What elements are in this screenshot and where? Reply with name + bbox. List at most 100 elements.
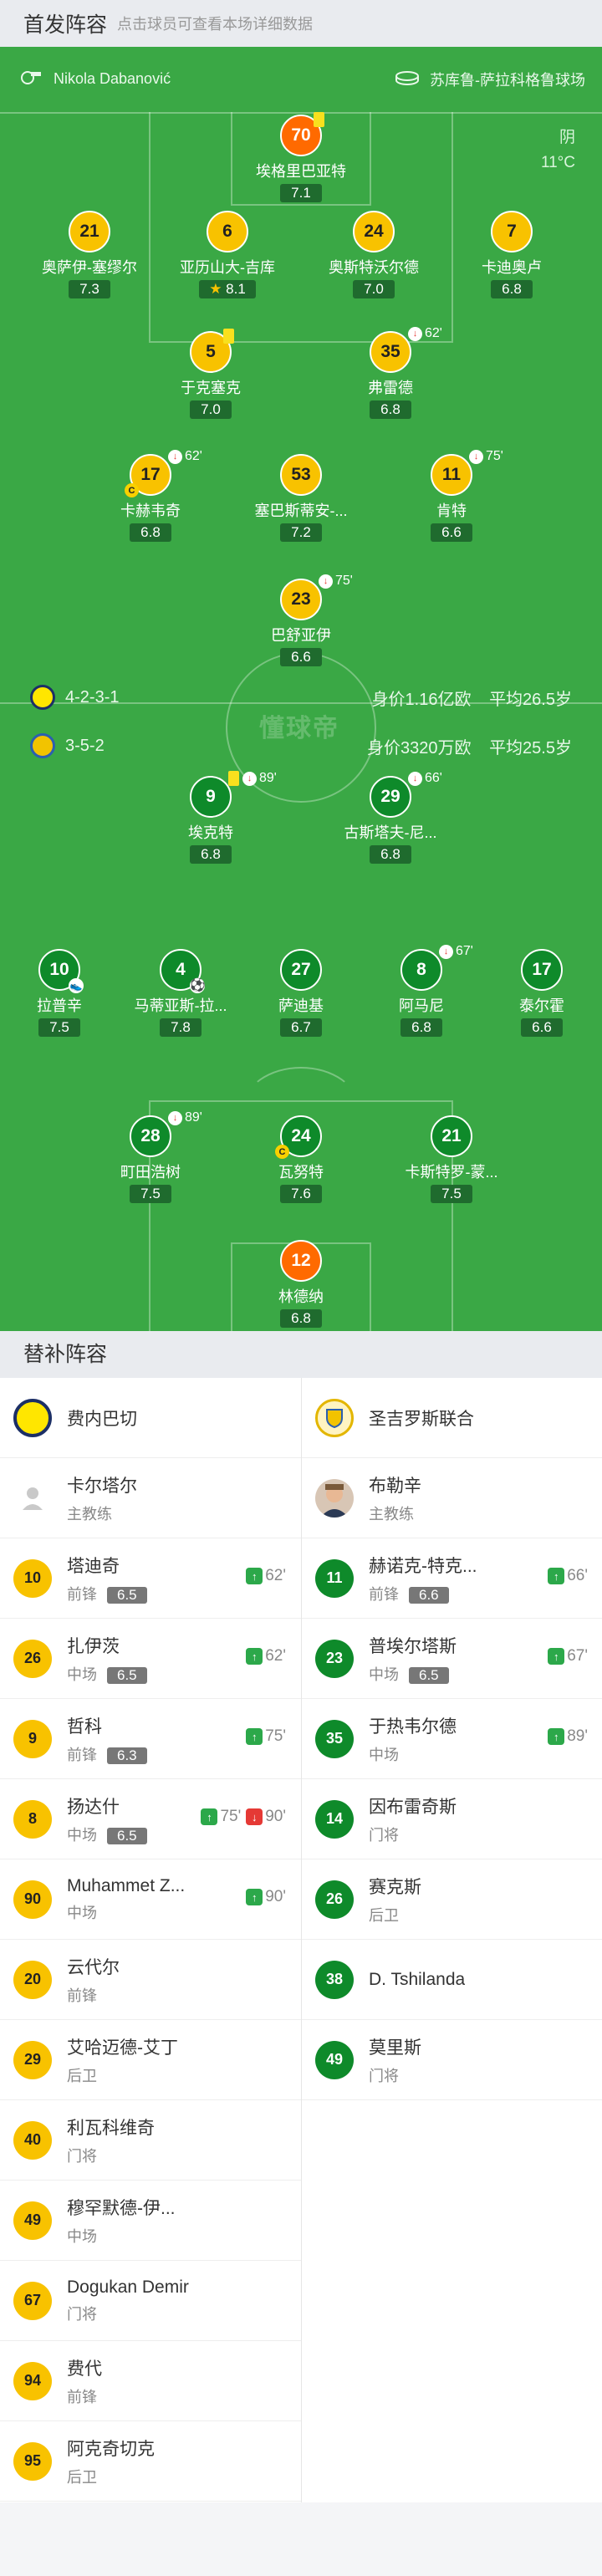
sub-number: 94 [13,2361,52,2400]
sub-off-arrow-icon: ↓ [319,574,333,589]
player-away-10[interactable]: 23 ↓ 75' 巴舒亚伊 6.6 [222,574,380,666]
right-coach-row[interactable]: 布勒辛 主教练 [302,1458,602,1538]
sub-position: 门将 [369,1826,399,1844]
sub-name: 塔迪奇 [67,1556,120,1576]
player-rating: 6.8 [370,400,411,419]
union-sg-crest-icon [30,733,55,758]
sub-position: 前锋 [67,1585,97,1603]
player-number: 23 [280,579,322,620]
player-away-0[interactable]: 70 埃格里巴亚特 7.1 [222,112,380,202]
sub-position: 门将 [369,2067,399,2084]
sub-rating: 6.6 [409,1586,449,1604]
left-sub-row[interactable]: 67 Dogukan Demir 门将 [0,2261,301,2341]
right-team-row[interactable]: 圣吉罗斯联合 [302,1378,602,1458]
sub-number: 14 [315,1799,354,1839]
left-sub-row[interactable]: 10 塔迪奇 前锋 6.5 ↑ 62' [0,1538,301,1619]
player-name: 町田浩树 [120,1164,181,1181]
right-subs-column: 圣吉罗斯联合 布勒辛 主教练 11 赫诺克-特克... 前锋 6.6 ↑ 66' 23 … [302,1378,602,2100]
right-sub-row[interactable]: 11 赫诺克-特克... 前锋 6.6 ↑ 66' [302,1538,602,1619]
player-number: 27 [280,949,322,991]
left-team-row[interactable]: 费内巴切 [0,1378,301,1458]
home-value: 身价3320万欧 [367,738,472,757]
lineup-hint: 点击球员可查看本场详细数据 [117,16,314,33]
sub-rating: 6.5 [107,1586,147,1604]
sub-name: 穆罕默德-伊... [67,2198,176,2218]
player-number: 35 [370,331,411,373]
left-sub-row[interactable]: 8 扬达什 中场 6.5 ↑ 75' ↓ 90' [0,1779,301,1859]
card-sub-badge: ↓ 89' [228,771,277,786]
player-away-7[interactable]: 17 C ↓ 62' 卡赫韦奇 6.8 [71,449,230,542]
left-sub-row[interactable]: 95 阿克奇切克 后卫 [0,2421,301,2502]
player-rating: 6.7 [280,1018,322,1037]
player-rating: 7.5 [431,1185,472,1203]
sub-number: 23 [315,1639,354,1678]
yellow-card-icon [223,329,234,344]
sub-number: 11 [315,1558,354,1598]
player-home-7[interactable]: 28 ↓ 89' 町田浩树 7.5 [71,1110,230,1203]
star-icon: ★ [209,281,222,297]
player-number: 17 [521,949,563,991]
sub-name: 赫诺克-特克... [369,1556,477,1576]
sub-off-badge: ↓ 66' [408,771,442,786]
right-sub-row[interactable]: 38 D. Tshilanda [302,1940,602,2020]
player-away-5[interactable]: 5 于克塞克 7.0 [131,329,290,419]
player-away-8[interactable]: 53 塞巴斯蒂安-... 7.2 [222,454,380,542]
player-away-4[interactable]: 7 卡迪奥卢 6.8 [432,211,591,298]
player-name: 瓦努特 [278,1164,324,1181]
left-sub-row[interactable]: 90 Muhammet Z... 中场 ↑ 90' [0,1859,301,1940]
sub-on-minute: 89' [567,1727,588,1745]
sub-number: 49 [315,2040,354,2079]
sub-rating: 6.5 [409,1666,449,1684]
player-away-1[interactable]: 21 奥萨伊-塞缪尔 7.3 [10,211,169,298]
player-away-2[interactable]: 6 亚历山大-吉库 ★ 8.1 [148,211,307,298]
left-coach-row[interactable]: 卡尔塔尔 主教练 [0,1458,301,1538]
yellow-card-icon [314,112,324,127]
sub-name: 扬达什 [67,1797,120,1817]
sub-name: 赛克斯 [369,1877,421,1897]
right-sub-row[interactable]: 23 普埃尔塔斯 中场 6.5 ↑ 67' [302,1619,602,1699]
venue-name: 苏库鲁-萨拉科格鲁球场 [430,72,585,89]
player-home-8[interactable]: 24 C 瓦努特 7.6 [222,1115,380,1203]
sub-position: 前锋 [67,2388,97,2405]
player-away-9[interactable]: 11 ↓ 75' 肯特 6.6 [372,449,531,542]
left-sub-row[interactable]: 49 穆罕默德-伊... 中场 [0,2181,301,2261]
left-sub-row[interactable]: 40 利瓦科维奇 门将 [0,2100,301,2181]
sub-name: 云代尔 [67,1957,120,1977]
left-sub-row[interactable]: 29 艾哈迈德-艾丁 后卫 [0,2020,301,2100]
player-away-6[interactable]: 35 ↓ 62' 弗雷德 6.8 [311,326,470,419]
right-sub-row[interactable]: 35 于热韦尔德 中场 ↑ 89' [302,1699,602,1779]
left-subs-column: 费内巴切 卡尔塔尔 主教练 10 塔迪奇 前锋 6.5 ↑ 62' 26 扎伊茨 中场 6.… [0,1378,301,2502]
sub-name: 利瓦科维奇 [67,2118,155,2138]
player-home-1[interactable]: 29 ↓ 66' 古斯塔夫-尼... 6.8 [311,771,470,864]
player-rating: 7.2 [280,523,322,542]
player-number: 21 [69,211,110,252]
right-sub-row[interactable]: 49 莫里斯门将 [302,2020,602,2100]
player-home-9[interactable]: 21 卡斯特罗-蒙... 7.5 [372,1115,531,1203]
player-home-10[interactable]: 12 林德纳 6.8 [222,1240,380,1328]
sub-number: 26 [315,1880,354,1919]
away-avg-age: 平均26.5岁 [489,690,572,709]
sub-name: 于热韦尔德 [369,1716,457,1737]
sub-position: 门将 [67,2147,97,2165]
player-rating: 7.5 [130,1185,171,1203]
player-home-6[interactable]: 17 泰尔霍 6.6 [462,949,602,1037]
left-team-name: 费内巴切 [67,1409,137,1429]
sub-name: 莫里斯 [369,2038,421,2058]
sub-position: 中场 [67,1665,97,1683]
sub-number: 67 [13,2281,52,2320]
sub-off-arrow-icon: ↓ [168,1110,182,1125]
player-home-0[interactable]: 9 ↓ 89' 埃克特 6.8 [131,771,290,864]
right-sub-row[interactable]: 14 因布雷奇斯 门将 [302,1779,602,1859]
player-away-3[interactable]: 24 奥斯特沃尔德 7.0 [294,211,453,298]
sub-number: 35 [315,1719,354,1758]
sub-off-minute: 66' [425,771,442,785]
left-sub-row[interactable]: 9 哲科 前锋 6.3 ↑ 75' [0,1699,301,1779]
right-sub-row[interactable]: 26 赛克斯 后卫 [302,1859,602,1940]
left-sub-row[interactable]: 20 云代尔 前锋 [0,1940,301,2020]
left-sub-row[interactable]: 26 扎伊茨 中场 6.5 ↑ 62' [0,1619,301,1699]
left-sub-row[interactable]: 94 费代 前锋 [0,2341,301,2421]
subs-header: 替补阵容 [0,1331,602,1378]
referee-name: Nikola Dabanović [54,70,171,87]
player-number: 29 [370,776,411,818]
sub-name: Muhammet Z... [67,1875,186,1895]
